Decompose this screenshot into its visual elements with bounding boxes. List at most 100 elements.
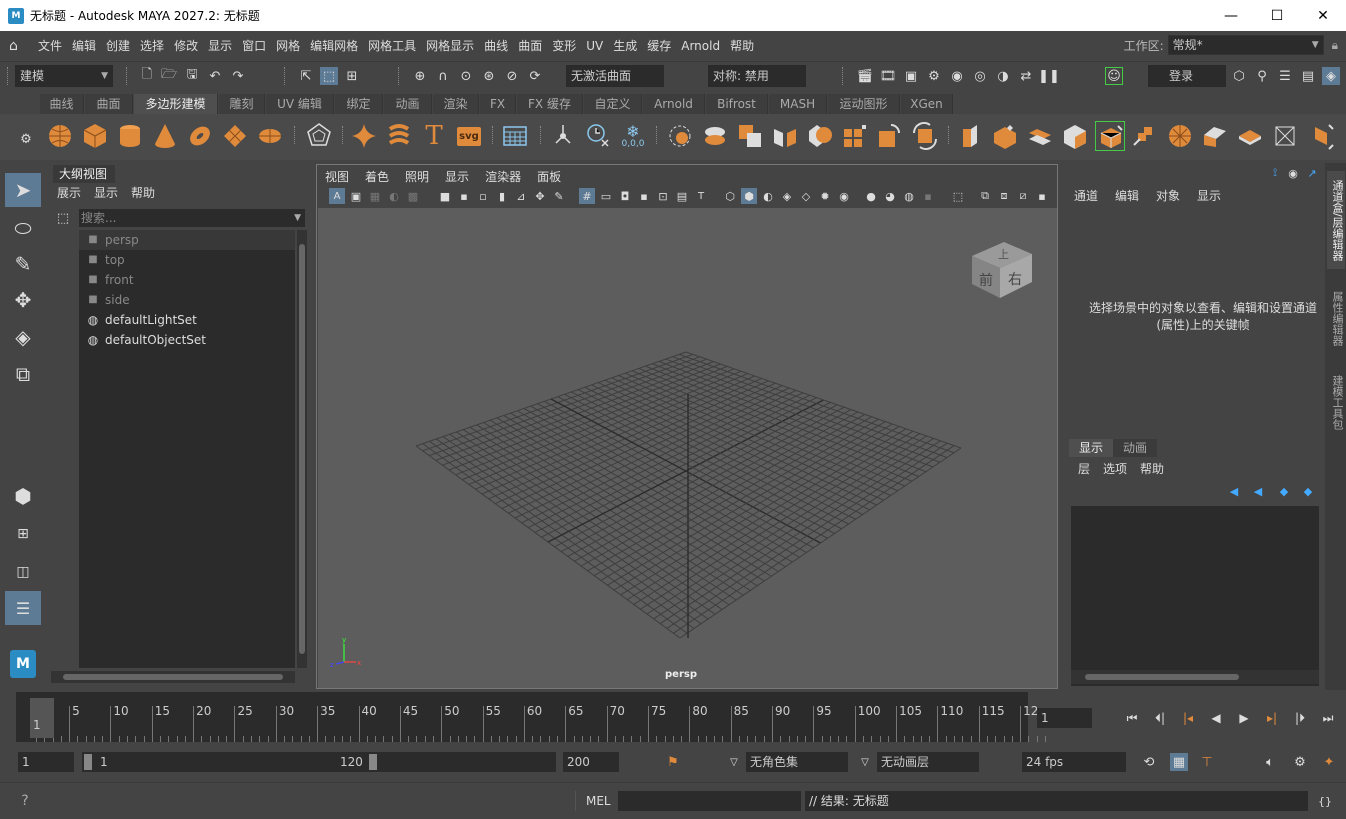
- platonic-solid-icon[interactable]: [304, 121, 334, 151]
- loop-icon[interactable]: ⟲: [1140, 753, 1158, 771]
- snap-view-icon[interactable]: ⊛: [480, 67, 498, 85]
- backface-culling-icon[interactable]: ⧄: [1015, 188, 1031, 204]
- wireframe-on-shaded-icon[interactable]: ◐: [760, 188, 776, 204]
- face-extrude-icon[interactable]: [1235, 121, 1265, 151]
- auto-key-icon[interactable]: ⚑: [664, 753, 682, 771]
- menu-help[interactable]: 帮助: [725, 31, 759, 61]
- render-view-icon[interactable]: 🎬︎: [856, 67, 874, 85]
- snapshot-icon[interactable]: ⊿: [513, 188, 529, 204]
- menu-modify[interactable]: 修改: [169, 31, 203, 61]
- new-layer-selected-icon[interactable]: ◆: [1299, 483, 1317, 499]
- hud-icon[interactable]: ▪: [1034, 188, 1050, 204]
- outliner-item-default-light-set[interactable]: ◍ defaultLightSet: [79, 310, 295, 330]
- anim-layer-menu-icon[interactable]: ▽: [856, 753, 874, 771]
- render-frame-icon[interactable]: 🎞︎: [879, 67, 897, 85]
- camera-lock-icon[interactable]: ▪: [456, 188, 472, 204]
- select-component-icon[interactable]: ⊞: [343, 67, 361, 85]
- center-pivot-icon[interactable]: [548, 121, 578, 151]
- play-forward-icon[interactable]: ▶: [1234, 708, 1254, 728]
- arnold-ipr-icon[interactable]: ◑: [994, 67, 1012, 85]
- wireframe-icon[interactable]: ⬡: [722, 188, 738, 204]
- channel-box-graph-icon[interactable]: ⟟: [1267, 165, 1283, 181]
- shelf-tab-bifrost[interactable]: Bifrost: [706, 94, 768, 114]
- evaluation-settings-icon[interactable]: ⚙: [1291, 753, 1309, 771]
- append-polygon-icon[interactable]: [1060, 121, 1090, 151]
- new-scene-icon[interactable]: 🗋: [138, 67, 156, 85]
- ipr-render-icon[interactable]: ▣: [902, 67, 920, 85]
- live-surface-field[interactable]: 无激活曲面: [566, 65, 664, 87]
- fps-dropdown[interactable]: 24 fps: [1022, 752, 1126, 772]
- viewport-menu-lighting[interactable]: 照明: [405, 168, 429, 185]
- menu-curves[interactable]: 曲线: [479, 31, 513, 61]
- isolate-select-icon[interactable]: ⬚: [950, 188, 966, 204]
- shelf-tab-surfaces[interactable]: 曲面: [85, 94, 133, 114]
- shelf-tab-rendering[interactable]: 渲染: [433, 94, 479, 114]
- viewport-menu-shading[interactable]: 着色: [365, 168, 389, 185]
- workspace-user-icon[interactable]: ☺: [1105, 67, 1123, 85]
- sound-icon[interactable]: 🔈︎: [1261, 753, 1279, 771]
- tool-settings-icon[interactable]: ☰: [1276, 67, 1294, 85]
- menu-mesh-display[interactable]: 网格显示: [421, 31, 479, 61]
- bounding-box-icon[interactable]: [1270, 121, 1300, 151]
- grease-pencil-icon[interactable]: ■: [437, 188, 453, 204]
- step-forward-frame-icon[interactable]: |⏵: [1290, 708, 1310, 728]
- outliner-menu-help[interactable]: 帮助: [131, 184, 155, 201]
- pause-render-icon[interactable]: ❚❚: [1038, 67, 1060, 85]
- anti-aliasing-icon[interactable]: ◍: [901, 188, 917, 204]
- motion-blur-icon[interactable]: ◕: [882, 188, 898, 204]
- xray-joints-icon[interactable]: ⧉: [977, 188, 993, 204]
- layer-menu-layers[interactable]: 层: [1078, 460, 1090, 477]
- maximize-button[interactable]: ☐: [1254, 0, 1300, 31]
- snap-curve-icon[interactable]: ∩: [434, 67, 452, 85]
- menu-mesh[interactable]: 网格: [271, 31, 305, 61]
- shelf-tab-xgen[interactable]: XGen: [901, 94, 953, 114]
- shelf-tab-motion-graphics[interactable]: 运动图形: [828, 94, 900, 114]
- target-weld-icon[interactable]: [1130, 121, 1160, 151]
- shelf-settings-gear-icon[interactable]: ⚙: [17, 130, 35, 148]
- menu-mesh-tools[interactable]: 网格工具: [363, 31, 421, 61]
- shadows-icon[interactable]: ◉: [836, 188, 852, 204]
- cache-playback-icon[interactable]: ▦: [1170, 753, 1188, 771]
- extrude-icon[interactable]: [955, 121, 985, 151]
- new-layer-icon[interactable]: ◆: [1275, 483, 1293, 499]
- combine-icon[interactable]: [665, 121, 695, 151]
- xray-icon[interactable]: ◇: [798, 188, 814, 204]
- move-tool-icon[interactable]: ✥: [5, 283, 41, 317]
- grease-pencil-tool-icon[interactable]: ✎: [551, 188, 567, 204]
- multi-cut-icon[interactable]: [1095, 121, 1125, 151]
- shelf-tab-mash[interactable]: MASH: [769, 94, 827, 114]
- mesh-grid-icon[interactable]: [500, 121, 530, 151]
- side-tab-channel-box[interactable]: 通道盒/层编辑器: [1327, 171, 1345, 269]
- range-start-handle[interactable]: [84, 754, 92, 770]
- outliner-item-front[interactable]: ■ front: [79, 270, 295, 290]
- remesh-icon[interactable]: [875, 121, 905, 151]
- animation-start-field[interactable]: 1: [18, 752, 74, 772]
- channel-box-menu-object[interactable]: 对象: [1156, 187, 1180, 204]
- menu-file[interactable]: 文件: [33, 31, 67, 61]
- retopologize-icon[interactable]: [910, 121, 940, 151]
- viewport-menu-show[interactable]: 显示: [445, 168, 469, 185]
- poly-torus-icon[interactable]: [185, 121, 215, 151]
- poly-cube-icon[interactable]: [80, 121, 110, 151]
- freeze-transform-icon[interactable]: ❄ 0,0,0: [618, 121, 648, 151]
- bookmark-icon[interactable]: ▦: [367, 188, 383, 204]
- channel-box-menu-channels[interactable]: 通道: [1074, 187, 1098, 204]
- image-plane-icon[interactable]: ◐: [386, 188, 402, 204]
- menu-edit[interactable]: 编辑: [67, 31, 101, 61]
- sweep-mesh-icon[interactable]: [384, 121, 414, 151]
- bookmark-flag-icon[interactable]: ▮: [494, 188, 510, 204]
- go-to-end-icon[interactable]: ⏭: [1318, 708, 1338, 728]
- resolution-gate-icon[interactable]: ◘: [617, 188, 633, 204]
- scroll-thumb[interactable]: [1085, 674, 1239, 680]
- scale-tool-icon[interactable]: ⧉: [5, 357, 41, 391]
- layer-menu-help[interactable]: 帮助: [1140, 460, 1164, 477]
- xray-active-icon[interactable]: ⧈: [996, 188, 1012, 204]
- script-language-label[interactable]: MEL: [586, 792, 611, 810]
- snap-grid-icon[interactable]: ⊕: [411, 67, 429, 85]
- bridge-icon[interactable]: [1025, 121, 1055, 151]
- outliner-layout-icon[interactable]: ☰: [5, 591, 41, 625]
- channel-box-pin-icon[interactable]: ↗: [1304, 165, 1320, 181]
- edge-loop-icon[interactable]: [1200, 121, 1230, 151]
- menu-edit-mesh[interactable]: 编辑网格: [305, 31, 363, 61]
- modeling-toolkit-icon[interactable]: ⬡: [1230, 67, 1248, 85]
